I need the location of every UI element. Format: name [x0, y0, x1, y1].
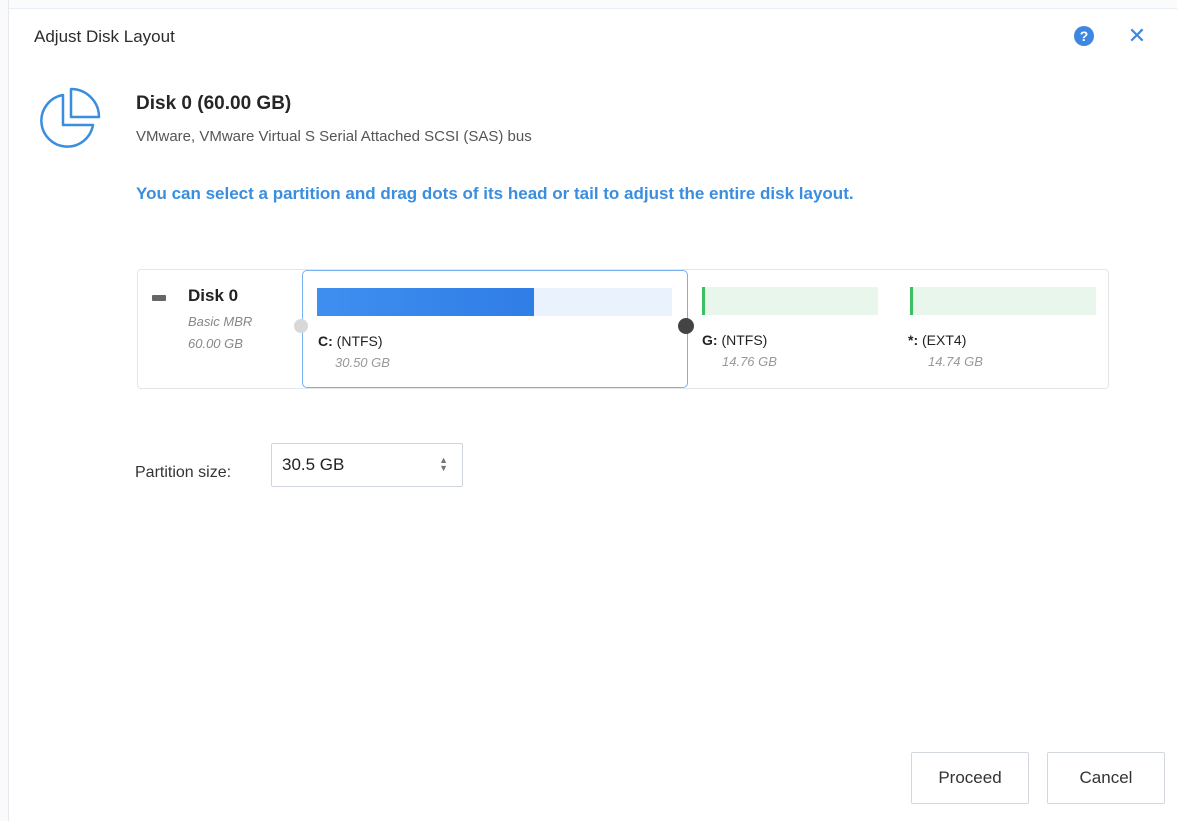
disk-name: Disk 0 [188, 286, 239, 305]
partition-ext4[interactable]: *: (EXT4) 14.74 GB [898, 270, 1106, 386]
disk-title: Disk 0 (60.00 GB) [136, 93, 292, 114]
partition-g-marker [702, 287, 705, 315]
partition-g[interactable]: G: (NTFS) 14.76 GB [690, 270, 894, 386]
partition-g-bar [702, 287, 878, 315]
cancel-button[interactable]: Cancel [1047, 752, 1165, 804]
partition-ext4-marker [910, 287, 913, 315]
background-window-edge [0, 0, 1177, 9]
partition-c-label: C: (NTFS) [318, 333, 383, 349]
instruction-hint: You can select a partition and drag dots… [136, 184, 854, 203]
partition-size-input[interactable]: 30.5 GB ▲ ▼ [271, 443, 463, 487]
disk-subtitle: VMware, VMware Virtual S Serial Attached… [136, 128, 532, 145]
partition-c-used-fill [317, 288, 534, 316]
partition-c-size: 30.50 GB [335, 355, 390, 370]
partition-size-label: Partition size: [135, 464, 232, 481]
disk-map: Disk 0 Basic MBR 60.00 GB C: (NTFS) 30.5… [137, 269, 1109, 389]
background-window-edge-left [0, 0, 9, 821]
help-icon[interactable]: ? [1074, 26, 1094, 46]
partition-ext4-size: 14.74 GB [928, 354, 983, 369]
close-icon[interactable]: ✕ [1125, 23, 1149, 48]
partition-ext4-bar [910, 287, 1096, 315]
partition-head-drag-handle[interactable] [294, 319, 308, 333]
hard-disk-icon [152, 295, 166, 301]
disk-size: 60.00 GB [188, 336, 243, 351]
partition-tail-drag-handle[interactable] [678, 318, 694, 334]
partition-size-value: 30.5 GB [282, 455, 345, 474]
pie-chart-icon [33, 85, 103, 160]
disk-type: Basic MBR [188, 314, 253, 329]
dialog-title: Adjust Disk Layout [34, 27, 175, 46]
adjust-disk-layout-dialog: Adjust Disk Layout ? ✕ Disk 0 (60.00 GB)… [9, 9, 1177, 821]
spinner-arrows-icon[interactable]: ▲ ▼ [439, 456, 448, 473]
partition-g-size: 14.76 GB [722, 354, 777, 369]
partition-ext4-label: *: (EXT4) [908, 332, 967, 348]
partition-c[interactable]: C: (NTFS) 30.50 GB [302, 270, 688, 388]
partition-c-bar [317, 288, 672, 316]
proceed-button[interactable]: Proceed [911, 752, 1029, 804]
partition-g-label: G: (NTFS) [702, 332, 768, 348]
